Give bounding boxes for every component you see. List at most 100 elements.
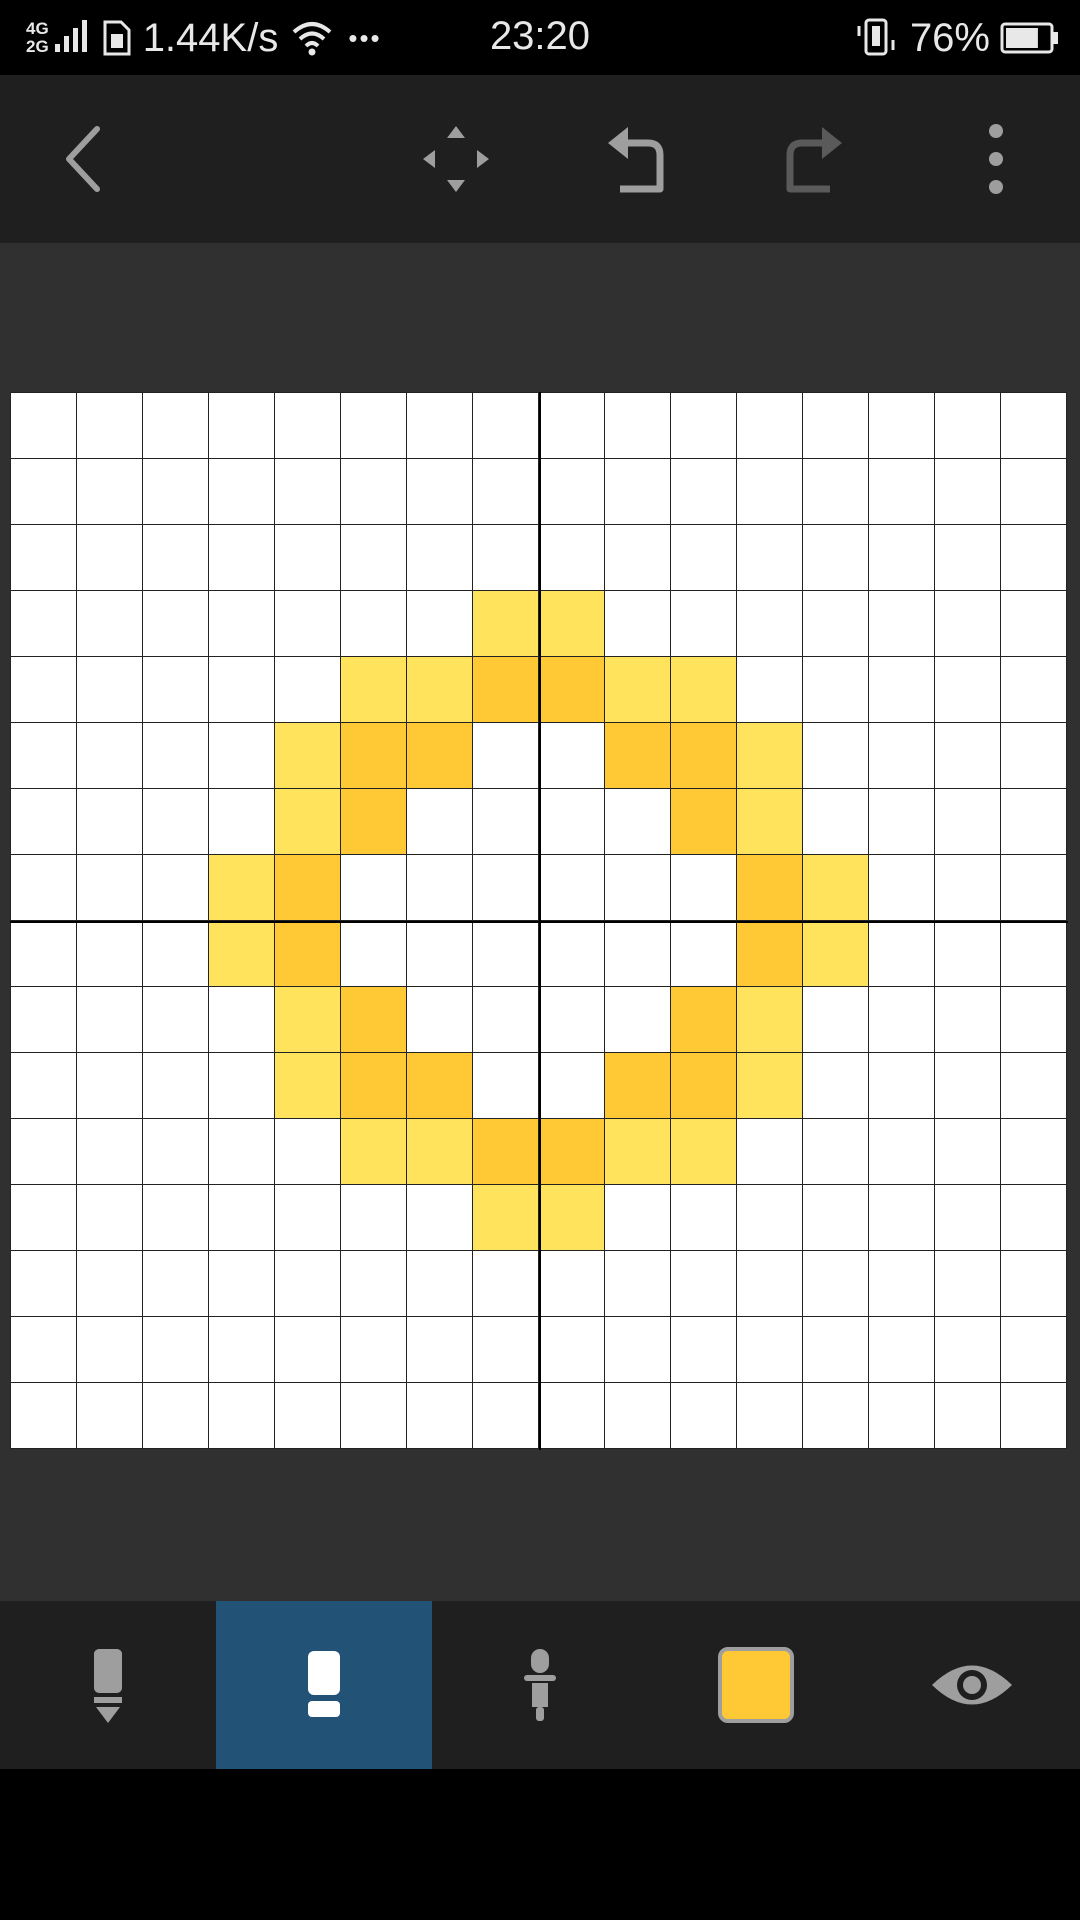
grid-cell[interactable] (473, 1251, 539, 1317)
grid-cell[interactable] (539, 459, 605, 525)
grid-cell[interactable] (11, 723, 77, 789)
grid-cell[interactable] (209, 921, 275, 987)
grid-cell[interactable] (473, 987, 539, 1053)
grid-cell[interactable] (803, 1251, 869, 1317)
eraser-tool-button[interactable] (216, 1601, 432, 1769)
grid-cell[interactable] (341, 789, 407, 855)
grid-cell[interactable] (1001, 1383, 1067, 1449)
grid-cell[interactable] (803, 789, 869, 855)
grid-cell[interactable] (275, 921, 341, 987)
grid-cell[interactable] (77, 459, 143, 525)
grid-cell[interactable] (737, 393, 803, 459)
grid-cell[interactable] (77, 525, 143, 591)
grid-cell[interactable] (407, 1251, 473, 1317)
grid-cell[interactable] (803, 1119, 869, 1185)
grid-cell[interactable] (209, 1251, 275, 1317)
grid-cell[interactable] (605, 855, 671, 921)
grid-cell[interactable] (473, 1317, 539, 1383)
grid-cell[interactable] (605, 591, 671, 657)
grid-cell[interactable] (671, 657, 737, 723)
grid-cell[interactable] (539, 987, 605, 1053)
grid-cell[interactable] (341, 855, 407, 921)
grid-cell[interactable] (803, 657, 869, 723)
grid-cell[interactable] (11, 657, 77, 723)
grid-cell[interactable] (209, 657, 275, 723)
grid-cell[interactable] (935, 723, 1001, 789)
grid-cell[interactable] (275, 1317, 341, 1383)
grid-cell[interactable] (77, 789, 143, 855)
grid-cell[interactable] (671, 1251, 737, 1317)
grid-cell[interactable] (605, 1053, 671, 1119)
grid-cell[interactable] (143, 921, 209, 987)
grid-cell[interactable] (341, 1383, 407, 1449)
grid-cell[interactable] (737, 591, 803, 657)
grid-cell[interactable] (473, 525, 539, 591)
grid-cell[interactable] (869, 525, 935, 591)
grid-cell[interactable] (77, 723, 143, 789)
grid-cell[interactable] (737, 525, 803, 591)
grid-cell[interactable] (341, 1251, 407, 1317)
grid-cell[interactable] (671, 1185, 737, 1251)
grid-cell[interactable] (1001, 525, 1067, 591)
grid-cell[interactable] (11, 459, 77, 525)
grid-cell[interactable] (77, 1053, 143, 1119)
grid-cell[interactable] (935, 855, 1001, 921)
grid-cell[interactable] (209, 855, 275, 921)
grid-cell[interactable] (341, 525, 407, 591)
grid-cell[interactable] (605, 1119, 671, 1185)
grid-cell[interactable] (407, 1317, 473, 1383)
grid-cell[interactable] (539, 1185, 605, 1251)
grid-cell[interactable] (143, 1119, 209, 1185)
grid-cell[interactable] (935, 1119, 1001, 1185)
grid-cell[interactable] (869, 1119, 935, 1185)
grid-cell[interactable] (935, 987, 1001, 1053)
grid-cell[interactable] (407, 459, 473, 525)
grid-cell[interactable] (605, 1251, 671, 1317)
grid-cell[interactable] (143, 525, 209, 591)
grid-cell[interactable] (803, 1383, 869, 1449)
grid-cell[interactable] (473, 789, 539, 855)
grid-cell[interactable] (473, 657, 539, 723)
grid-cell[interactable] (77, 393, 143, 459)
grid-cell[interactable] (869, 657, 935, 723)
grid-cell[interactable] (1001, 1317, 1067, 1383)
grid-cell[interactable] (209, 393, 275, 459)
grid-cell[interactable] (539, 525, 605, 591)
grid-cell[interactable] (539, 855, 605, 921)
grid-cell[interactable] (473, 855, 539, 921)
back-button[interactable] (35, 109, 135, 209)
grid-cell[interactable] (803, 855, 869, 921)
grid-cell[interactable] (407, 1185, 473, 1251)
grid-cell[interactable] (935, 1251, 1001, 1317)
grid-cell[interactable] (209, 1119, 275, 1185)
grid-cell[interactable] (935, 459, 1001, 525)
grid-cell[interactable] (671, 459, 737, 525)
grid-cell[interactable] (803, 591, 869, 657)
grid-cell[interactable] (935, 921, 1001, 987)
grid-cell[interactable] (605, 987, 671, 1053)
grid-cell[interactable] (605, 1185, 671, 1251)
grid-cell[interactable] (605, 723, 671, 789)
grid-cell[interactable] (803, 459, 869, 525)
grid-cell[interactable] (605, 525, 671, 591)
grid-cell[interactable] (407, 789, 473, 855)
grid-cell[interactable] (407, 525, 473, 591)
grid-cell[interactable] (473, 1053, 539, 1119)
grid-cell[interactable] (539, 1053, 605, 1119)
grid-cell[interactable] (605, 459, 671, 525)
grid-cell[interactable] (671, 591, 737, 657)
grid-cell[interactable] (77, 1185, 143, 1251)
grid-cell[interactable] (671, 393, 737, 459)
grid-cell[interactable] (473, 1383, 539, 1449)
color-picker-button[interactable] (648, 1601, 864, 1769)
grid-cell[interactable] (143, 1317, 209, 1383)
grid-cell[interactable] (209, 1185, 275, 1251)
grid-cell[interactable] (143, 987, 209, 1053)
grid-cell[interactable] (737, 657, 803, 723)
grid-cell[interactable] (671, 525, 737, 591)
grid-cell[interactable] (77, 1119, 143, 1185)
grid-cell[interactable] (473, 921, 539, 987)
grid-cell[interactable] (143, 789, 209, 855)
grid-cell[interactable] (11, 1383, 77, 1449)
grid-cell[interactable] (671, 921, 737, 987)
